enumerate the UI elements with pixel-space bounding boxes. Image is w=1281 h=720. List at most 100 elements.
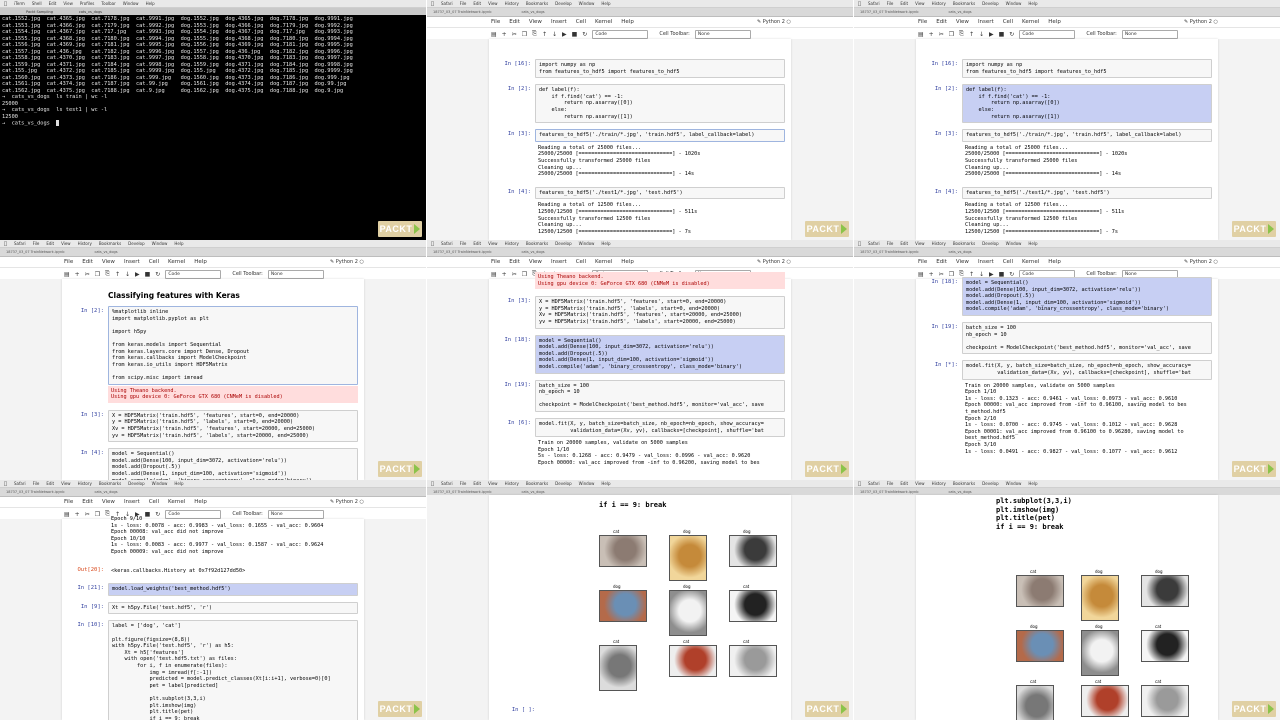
mac-menu-item[interactable]: History bbox=[78, 241, 92, 246]
mac-menu-item[interactable]: Safari bbox=[14, 241, 26, 246]
mac-menu-item[interactable]: History bbox=[932, 241, 946, 246]
mac-menu-item[interactable]: File bbox=[460, 481, 467, 486]
mac-menu-item[interactable]: Bookmarks bbox=[526, 241, 548, 246]
code-input[interactable]: batch_size = 100 nb_epoch = 10 checkpoin… bbox=[962, 322, 1212, 355]
mac-menu-item[interactable]: Window bbox=[579, 241, 595, 246]
menu-help[interactable]: Help bbox=[146, 1, 155, 6]
cell-toolbar-select[interactable]: None bbox=[694, 29, 751, 39]
notebook-cell[interactable]: Using Theano backend. Using gpu device 0… bbox=[495, 271, 785, 290]
jupyter-menu-item[interactable]: Help bbox=[621, 19, 634, 25]
jupyter-menu-item[interactable]: Help bbox=[194, 259, 207, 265]
code-input[interactable]: Xt = h5py.File('test.hdf5', 'r') bbox=[108, 601, 358, 615]
mac-menu-item[interactable]: View bbox=[61, 481, 71, 486]
browser-tab[interactable]: 18737_03_07 TrainNetwork.ipynb bbox=[860, 10, 918, 14]
save-icon[interactable]: ▤ bbox=[491, 31, 497, 38]
code-input[interactable]: import numpy as np from features_to_hdf5… bbox=[962, 59, 1212, 79]
stop-icon[interactable]: ■ bbox=[145, 271, 151, 278]
mac-menu-item[interactable]: File bbox=[33, 241, 40, 246]
code-input[interactable]: %matplotlib inline import matplotlib.pyp… bbox=[108, 306, 358, 385]
menu-edit[interactable]: Edit bbox=[49, 1, 57, 6]
stop-icon[interactable]: ■ bbox=[572, 31, 578, 38]
mac-menu-item[interactable]: History bbox=[932, 1, 946, 6]
mac-menu-item[interactable]: Edit bbox=[900, 241, 908, 246]
notebook-cell[interactable]: In [3]: features_to_hdf5('./train/*.jpg',… bbox=[495, 129, 785, 181]
apple-icon[interactable]:  bbox=[4, 241, 7, 247]
jupyter-menu-item[interactable]: Insert bbox=[978, 259, 994, 265]
jupyter-menu-item[interactable]: Cell bbox=[149, 499, 159, 505]
cut-icon[interactable]: ✂ bbox=[512, 31, 517, 38]
mac-menu-item[interactable]: Bookmarks bbox=[99, 241, 121, 246]
restart-icon[interactable]: ↻ bbox=[155, 271, 160, 278]
notebook-cell[interactable]: In [16]: import numpy as np from features… bbox=[922, 59, 1212, 79]
notebook-cell[interactable]: Out[20]: <keras.callbacks.History at 0x7f… bbox=[68, 565, 358, 578]
jupyter-menu-item[interactable]: Insert bbox=[978, 19, 994, 25]
jupyter-menu-item[interactable]: Help bbox=[621, 259, 634, 265]
browser-tab[interactable]: cats_vs_dogs bbox=[94, 250, 117, 254]
jupyter-menu-item[interactable]: Help bbox=[1048, 19, 1061, 25]
browser-tab[interactable]: cats_vs_dogs bbox=[94, 490, 117, 494]
plus-icon[interactable]: + bbox=[929, 31, 934, 38]
terminal-output[interactable]: cat.1552.jpg cat.4365.jpg cat.7178.jpg c… bbox=[0, 15, 426, 240]
jupyter-menu-item[interactable]: Kernel bbox=[595, 19, 612, 25]
mac-menu-item[interactable]: View bbox=[915, 241, 925, 246]
mac-menu-item[interactable]: History bbox=[78, 481, 92, 486]
up-icon[interactable]: ↑ bbox=[542, 31, 547, 38]
notebook-cell[interactable]: In [19]: batch_size = 100 nb_epoch = 10 c… bbox=[495, 379, 785, 412]
jupyter-menu-item[interactable]: View bbox=[102, 259, 115, 265]
mac-menu-item[interactable]: Develop bbox=[128, 241, 144, 246]
copy-icon[interactable]: ❐ bbox=[95, 271, 100, 278]
jupyter-menu-item[interactable]: File bbox=[64, 499, 73, 505]
browser-tab[interactable]: 18737_03_07 TrainNetwork.ipynb bbox=[6, 250, 64, 254]
notebook-cell[interactable]: In [4]: features_to_hdf5('./test1/*.jpg',… bbox=[495, 186, 785, 239]
apple-icon[interactable]:  bbox=[4, 1, 7, 7]
cell-type-select[interactable]: Code bbox=[592, 29, 649, 39]
notebook-cell[interactable]: In [3]: X = HDF5Matrix('train.hdf5', 'fea… bbox=[68, 409, 358, 443]
mac-menu-item[interactable]: Develop bbox=[982, 1, 998, 6]
mac-menu-item[interactable]: File bbox=[460, 1, 467, 6]
code-input[interactable]: features_to_hdf5('./train/*.jpg', 'train… bbox=[535, 129, 785, 142]
jupyter-menu-item[interactable]: Edit bbox=[82, 259, 93, 265]
jupyter-menu-item[interactable]: Kernel bbox=[1022, 259, 1039, 265]
notebook-cell[interactable]: In [3]: features_to_hdf5('./train/*.jpg',… bbox=[922, 129, 1212, 181]
mac-menu-item[interactable]: File bbox=[887, 241, 894, 246]
jupyter-menu-item[interactable]: Kernel bbox=[168, 259, 185, 265]
mac-menu-item[interactable]: Window bbox=[579, 481, 595, 486]
mac-menu-item[interactable]: Safari bbox=[14, 481, 26, 486]
code-input[interactable]: model.fit(X, y, batch_size=batch_size, n… bbox=[962, 360, 1212, 380]
jupyter-menu-item[interactable]: Cell bbox=[149, 259, 159, 265]
mac-menu-item[interactable]: Develop bbox=[128, 481, 144, 486]
jupyter-menu-item[interactable]: Edit bbox=[82, 499, 93, 505]
jupyter-menu-item[interactable]: Edit bbox=[509, 19, 520, 25]
jupyter-menu-item[interactable]: View bbox=[956, 19, 969, 25]
run-icon[interactable]: ▶ bbox=[135, 271, 140, 278]
browser-tab[interactable]: cats_vs_dogs bbox=[948, 10, 971, 14]
mac-menu-item[interactable]: Bookmarks bbox=[526, 1, 548, 6]
mac-menu-item[interactable]: Window bbox=[579, 1, 595, 6]
menu-profiles[interactable]: Profiles bbox=[80, 1, 95, 6]
jupyter-menu-item[interactable]: View bbox=[102, 499, 115, 505]
save-icon[interactable]: ▤ bbox=[64, 271, 70, 278]
code-input[interactable]: model.load_weights('best_method.hdf5') bbox=[108, 583, 358, 596]
mac-menu-item[interactable]: Bookmarks bbox=[953, 241, 975, 246]
notebook-cell[interactable]: In [2]: def label(f): if f.find('cat') ==… bbox=[495, 84, 785, 124]
notebook-cell[interactable]: In [2]: %matplotlib inline import matplot… bbox=[68, 306, 358, 404]
jupyter-menu-item[interactable]: Insert bbox=[551, 259, 567, 265]
down-icon[interactable]: ↓ bbox=[125, 271, 130, 278]
jupyter-menu-item[interactable]: File bbox=[491, 259, 500, 265]
run-icon[interactable]: ▶ bbox=[562, 31, 567, 38]
jupyter-menu-item[interactable]: Insert bbox=[124, 259, 140, 265]
mac-menu-item[interactable]: View bbox=[61, 241, 71, 246]
jupyter-menu-item[interactable]: Kernel bbox=[595, 259, 612, 265]
mac-menu-item[interactable]: Window bbox=[1006, 241, 1022, 246]
mac-menu-item[interactable]: Edit bbox=[46, 481, 54, 486]
restart-icon[interactable]: ↻ bbox=[582, 31, 587, 38]
notebook-cell[interactable]: In [21]: model.load_weights('best_method.… bbox=[68, 583, 358, 596]
mac-menu-item[interactable]: File bbox=[887, 481, 894, 486]
notebook-cell[interactable]: In [3]: X = HDF5Matrix('train.hdf5', 'fea… bbox=[495, 296, 785, 329]
menu-window[interactable]: Window bbox=[123, 1, 139, 6]
mac-menu-item[interactable]: History bbox=[505, 241, 519, 246]
jupyter-menu-item[interactable]: Help bbox=[194, 499, 207, 505]
copy-icon[interactable]: ❐ bbox=[522, 31, 527, 38]
mac-menu-item[interactable]: Develop bbox=[555, 1, 571, 6]
jupyter-menu-item[interactable]: Kernel bbox=[168, 499, 185, 505]
